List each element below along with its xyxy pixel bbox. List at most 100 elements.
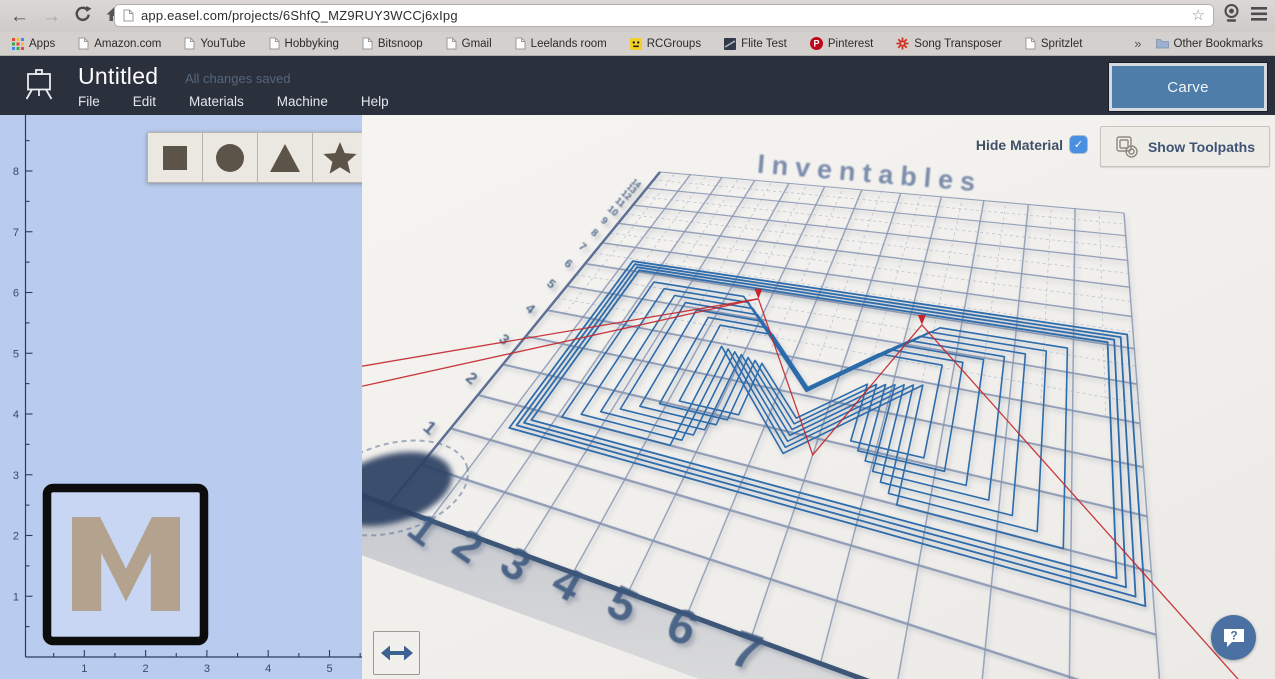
menu-help[interactable]: Help bbox=[361, 94, 389, 109]
bookmark-rcgroups[interactable]: RCGroups bbox=[629, 37, 702, 50]
toolpath-m bbox=[508, 260, 1147, 607]
ruler-number: 2 bbox=[13, 531, 19, 543]
flitetest-icon bbox=[724, 37, 737, 50]
bookmark-label: Pinterest bbox=[827, 37, 874, 50]
menu-machine[interactable]: Machine bbox=[277, 94, 328, 109]
bookmark-label: Spritzlet bbox=[1040, 37, 1083, 50]
bookmark-label: YouTube bbox=[200, 37, 246, 50]
bookmark-label: Amazon.com bbox=[94, 37, 162, 50]
pinterest-icon: P bbox=[809, 37, 823, 50]
forward-icon[interactable]: → bbox=[42, 7, 61, 26]
bookmark-label: Gmail bbox=[461, 37, 492, 50]
address-bar[interactable]: app.easel.com/projects/6ShfQ_MZ9RUY3WCCj… bbox=[114, 4, 1214, 27]
plunge-arrow bbox=[754, 288, 763, 299]
grid-number: 4 bbox=[523, 300, 539, 317]
bookmark-amazon-com[interactable]: Amazon.com bbox=[78, 37, 161, 50]
shape-tool-square[interactable] bbox=[147, 132, 203, 183]
carve-button[interactable]: Carve bbox=[1108, 62, 1268, 112]
ruler-number: 8 bbox=[13, 166, 19, 178]
chrome-menu-icon[interactable] bbox=[1251, 6, 1267, 26]
bookmark-gmail[interactable]: Gmail bbox=[446, 37, 492, 50]
bookmark-label: RCGroups bbox=[646, 37, 702, 50]
help-bubble-icon: ? bbox=[1223, 628, 1244, 647]
ruler-number: 3 bbox=[204, 663, 210, 675]
page-icon bbox=[1025, 37, 1036, 50]
ruler-number: 6 bbox=[13, 288, 19, 300]
triangle-icon bbox=[270, 143, 300, 172]
design-panel-2d[interactable]: 8 7 6 5 4 3 2 1 1 2 3 4 5 bbox=[0, 115, 362, 679]
page-icon bbox=[184, 37, 195, 50]
toolpaths-icon bbox=[1116, 135, 1138, 158]
page-icon bbox=[362, 37, 373, 50]
grid-number: 8 bbox=[588, 227, 600, 239]
folder-icon bbox=[1155, 38, 1169, 49]
ruler-number: 2 bbox=[143, 663, 149, 675]
show-toolpaths-button[interactable]: Show Toolpaths bbox=[1100, 126, 1270, 167]
svg-text:?: ? bbox=[1230, 628, 1237, 642]
design-m-square[interactable] bbox=[42, 483, 209, 646]
bookmark-label: Bitsnoop bbox=[377, 37, 423, 50]
shape-tool-star[interactable] bbox=[312, 132, 362, 183]
ruler-number: 5 bbox=[326, 663, 332, 675]
easel-logo-icon[interactable] bbox=[20, 69, 58, 106]
shape-tool-triangle[interactable] bbox=[257, 132, 313, 183]
grid-number: 7 bbox=[576, 241, 588, 254]
bookmark-leelands-room[interactable]: Leelands room bbox=[515, 37, 607, 50]
bookmark-label: Leelands room bbox=[530, 37, 607, 50]
circle-icon bbox=[216, 143, 244, 172]
svg-text:P: P bbox=[813, 39, 819, 49]
ruler-number: 1 bbox=[81, 663, 87, 675]
ruler-number: 4 bbox=[13, 409, 19, 421]
apps-grid-icon bbox=[12, 37, 24, 50]
preview-panel-3d[interactable]: 1 2 3 4 5 6 7 1 2 3 4 5 6 7 8 9 10 11 12 13 14 Inventables Hi… bbox=[362, 115, 1275, 679]
ruler-number: 1 bbox=[13, 591, 19, 603]
preview-canvas-3d[interactable]: 12 3 4 5 6 71234567891011121314 Inventables bbox=[362, 115, 1275, 679]
bookmark-hobbyking[interactable]: Hobbyking bbox=[269, 37, 339, 50]
horizontal-arrows-icon bbox=[380, 645, 413, 661]
bookmark-flite-test[interactable]: Flite Test bbox=[724, 37, 787, 50]
bookmark-label: Other Bookmarks bbox=[1173, 37, 1263, 50]
ruler-number: 5 bbox=[13, 348, 19, 360]
shape-tool-circle[interactable] bbox=[202, 132, 258, 183]
grid-number: 5 bbox=[544, 276, 558, 291]
easel-menu: File Edit Materials Machine Help bbox=[78, 94, 422, 109]
pan-button[interactable] bbox=[373, 631, 420, 675]
bookmark-label: Apps bbox=[29, 37, 56, 50]
bookmarks-bar: Apps Amazon.com YouTube Hobbyking Bitsnoop Gm… bbox=[0, 32, 1275, 56]
bookmark-song-transposer[interactable]: Song Transposer bbox=[896, 37, 1002, 50]
bookmark-label: Flite Test bbox=[741, 37, 787, 50]
rcgroups-icon bbox=[629, 37, 642, 50]
bookmark-label: Hobbyking bbox=[284, 37, 339, 50]
bookmark-label: » bbox=[1134, 36, 1142, 51]
bookmarks-overflow-chevron[interactable]: » bbox=[1134, 36, 1141, 51]
grid-number: 2 bbox=[462, 369, 480, 389]
menu-edit[interactable]: Edit bbox=[133, 94, 156, 109]
bookmark-bitsnoop[interactable]: Bitsnoop bbox=[362, 37, 423, 50]
grid-number: 6 bbox=[562, 257, 575, 270]
star-icon bbox=[323, 141, 357, 174]
bookmark-youtube[interactable]: YouTube bbox=[184, 37, 246, 50]
hide-material-checkbox[interactable]: ✓ bbox=[1070, 136, 1087, 153]
webcam-extension-icon[interactable] bbox=[1223, 4, 1240, 28]
shape-toolbar bbox=[147, 132, 362, 183]
screen: ← → app.easel.com/projects/6ShfQ_MZ9RUY3… bbox=[0, 0, 1275, 679]
menu-materials[interactable]: Materials bbox=[189, 94, 244, 109]
bookmark-pinterest[interactable]: P Pinterest bbox=[809, 37, 874, 50]
page-icon bbox=[515, 37, 526, 50]
back-icon[interactable]: ← bbox=[10, 7, 29, 26]
project-title[interactable]: Untitled bbox=[78, 63, 158, 90]
bookmark-star-icon[interactable]: ☆ bbox=[1192, 8, 1205, 23]
hide-material-label: Hide Material bbox=[975, 136, 1063, 153]
refresh-icon[interactable] bbox=[74, 5, 92, 28]
bookmark-spritzlet[interactable]: Spritzlet bbox=[1025, 37, 1083, 50]
save-status: All changes saved bbox=[185, 71, 291, 86]
ruler-number: 3 bbox=[13, 470, 19, 482]
plunge-arrow bbox=[917, 314, 926, 325]
gear-icon bbox=[896, 37, 909, 50]
help-button[interactable]: ? bbox=[1211, 615, 1256, 660]
design-canvas-2d[interactable]: 8 7 6 5 4 3 2 1 1 2 3 4 5 bbox=[0, 115, 362, 679]
browser-toolbar: ← → app.easel.com/projects/6ShfQ_MZ9RUY3… bbox=[0, 0, 1275, 33]
bookmark-other-bookmarks[interactable]: Other Bookmarks bbox=[1155, 37, 1263, 50]
bookmark-apps[interactable]: Apps bbox=[12, 37, 56, 50]
menu-file[interactable]: File bbox=[78, 94, 100, 109]
